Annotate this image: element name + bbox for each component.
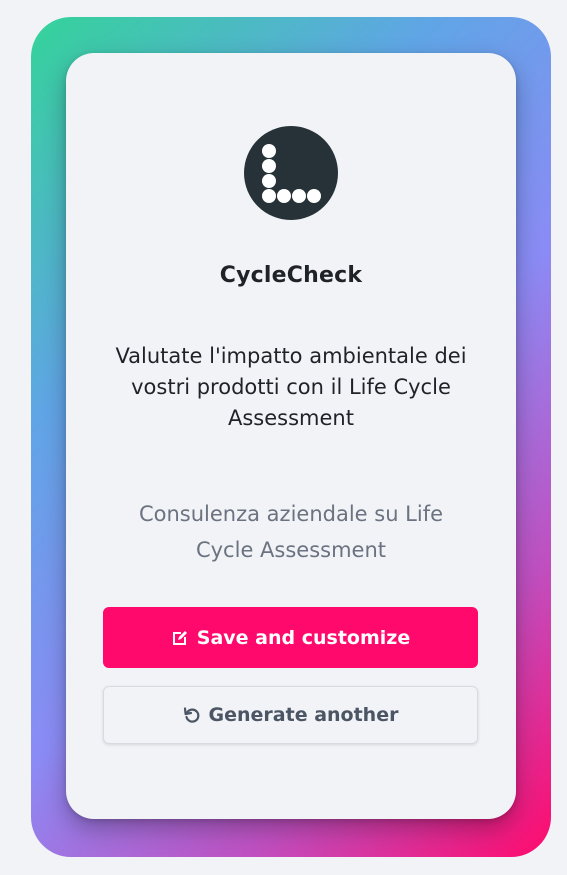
- brand-logo: [244, 126, 338, 220]
- logo-card: CycleCheck Valutate l'impatto ambientale…: [66, 53, 516, 819]
- save-and-customize-button[interactable]: Save and customize: [103, 607, 478, 668]
- generate-another-button[interactable]: Generate another: [103, 686, 478, 744]
- headline: Valutate l'impatto ambientale dei vostri…: [115, 344, 467, 430]
- generate-button-label: Generate another: [208, 704, 399, 726]
- refresh-icon: [183, 706, 201, 724]
- logo-dot: [262, 144, 276, 158]
- save-button-label: Save and customize: [196, 626, 411, 649]
- brand-name: CycleCheck: [219, 263, 363, 288]
- subline: Consulenza aziendale su Life Cycle Asses…: [138, 502, 444, 562]
- edit-icon: [171, 629, 189, 647]
- logo-dot: [292, 189, 306, 203]
- logo-dot: [262, 159, 276, 173]
- logo-dot: [262, 174, 276, 188]
- logo-dot: [277, 189, 291, 203]
- logo-dot: [262, 189, 276, 203]
- logo-dot: [307, 189, 321, 203]
